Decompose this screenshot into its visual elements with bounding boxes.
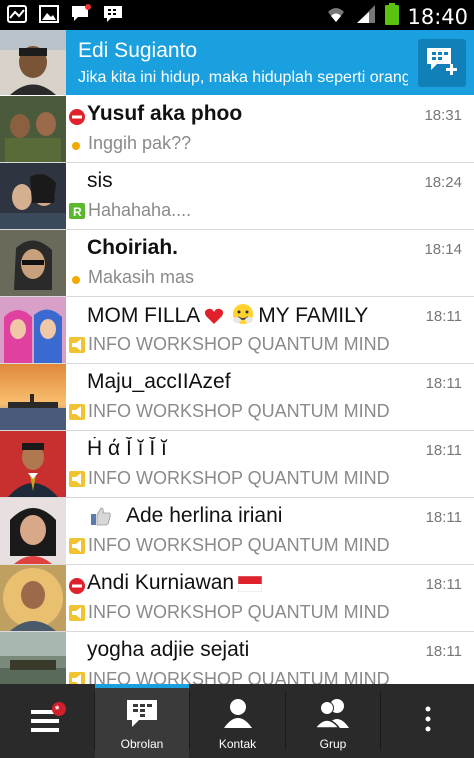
chat-message: INFO WORKSHOP QUANTUM MIND [88,535,390,555]
chat-item[interactable]: yogha adjie sejati 18:11 INFO WORKSHOP Q… [0,632,474,684]
tab-grup[interactable]: Grup [286,684,380,758]
group-icon [313,698,353,733]
tab-label: Grup [319,737,347,751]
chat-item[interactable]: MOM FILLA MY FAMILY 18:11 INFO WORKSHOP Q… [0,297,474,364]
indonesia-flag-icon [237,574,263,598]
chat-message: INFO WORKSHOP QUANTUM MIND [88,468,390,488]
profile-avatar[interactable] [0,30,66,95]
profile-header[interactable]: Edi Sugianto Jika kita ini hidup, maka h… [0,30,474,95]
chat-item[interactable]: Yusuf aka phoo 18:31 Inggih pak?? [0,96,474,163]
chat-time: 18:11 [425,576,462,593]
broadcast-icon [69,605,85,621]
chat-message: Hahahaha.... [88,200,192,220]
chat-item[interactable]: Ḣ ά Ĭ ĭ Ĭ ĭ 18:11 INFO WORKSHOP QUANTUM … [0,431,474,498]
avatar [0,364,66,430]
chat-message: Makasih mas [88,267,195,287]
battery-icon [385,3,400,30]
busy-icon [69,109,85,125]
tab-menu[interactable]: * [0,684,94,758]
chat-item[interactable]: sis 18:24 R Hahahaha.... [0,163,474,230]
chat-time: 18:31 [424,107,462,124]
chat-time: 18:11 [425,643,462,660]
chats-icon [125,698,159,733]
avatar [0,297,66,363]
hug-emoji-icon [232,303,254,331]
chat-time: 18:11 [425,375,462,392]
chat-name: sis [87,169,113,192]
chat-name: MOM FILLA MY FAMILY [87,303,417,331]
contact-icon [222,698,254,733]
wifi-icon [325,4,347,29]
chat-time: 18:14 [424,241,462,258]
chat-time: 18:11 [425,442,462,459]
chat-message: INFO WORKSHOP QUANTUM MIND [88,602,390,622]
chat-name: Andi Kurniawan [87,571,417,598]
clock: 18:40 [407,4,468,29]
avatar [0,498,66,564]
avatar [0,230,66,296]
unread-dot [72,142,80,150]
broadcast-icon [69,404,85,420]
chat-message: INFO WORKSHOP QUANTUM MIND [88,401,390,421]
avatar [0,565,66,631]
chat-time: 18:24 [424,174,462,191]
heart-icon [204,307,224,331]
chat-item[interactable]: Ade herlina iriani 18:11 INFO WORKSHOP Q… [0,498,474,565]
tab-label: Obrolan [120,737,164,751]
unread-dot [72,276,80,284]
svg-text:*: * [55,704,60,716]
thumbs-up-icon [90,506,112,528]
bottom-tab-bar: * Obrolan Kontak Grup [0,684,474,758]
bbm-notification-icon[interactable] [70,4,92,24]
menu-icon: * [27,701,67,742]
avatar [0,431,66,497]
notification-icon[interactable] [6,4,28,24]
avatar [0,96,66,162]
chat-list[interactable]: Yusuf aka phoo 18:31 Inggih pak?? sis 18… [0,96,474,684]
chat-name: Choiriah. [87,236,179,259]
signal-icon [355,4,377,29]
avatar [0,632,66,684]
read-r-icon: R [69,203,85,219]
status-bar: 18:40 [0,0,474,30]
busy-icon [69,578,85,594]
new-chat-button[interactable] [418,39,466,87]
tab-obrolan[interactable]: Obrolan [95,684,189,758]
broadcast-icon [69,538,85,554]
tab-kontak[interactable]: Kontak [190,684,285,758]
svg-text:R: R [73,205,82,219]
chat-time: 18:11 [425,308,462,325]
broadcast-icon [69,471,85,487]
tab-label: Kontak [218,737,257,751]
chat-name: Ḣ ά Ĭ ĭ Ĭ ĭ [87,437,167,460]
broadcast-icon [69,672,85,684]
chat-item[interactable]: Choiriah. 18:14 Makasih mas [0,230,474,297]
avatar [0,163,66,229]
profile-name: Edi Sugianto [78,39,198,62]
tab-more[interactable] [381,684,474,758]
system-icons: 18:40 [325,3,468,30]
more-icon [423,704,433,739]
chat-message: INFO WORKSHOP QUANTUM MIND [88,669,390,684]
notification-icons [6,4,124,24]
chat-name: Maju_accIIAzef [87,370,231,393]
chat-time: 18:11 [425,509,462,526]
chat-name: Ade herlina iriani [126,504,283,527]
broadcast-icon [69,337,85,353]
new-chat-icon [425,46,459,81]
chat-name: yogha adjie sejati [87,638,250,661]
chat-item[interactable]: Andi Kurniawan 18:11 INFO WORKSHOP QUANT… [0,565,474,632]
gallery-icon[interactable] [38,4,60,24]
chat-message: Inggih pak?? [88,133,192,153]
bbm-icon[interactable] [102,4,124,24]
chat-message: INFO WORKSHOP QUANTUM MIND [88,334,390,354]
chat-name: Yusuf aka phoo [87,102,243,125]
chat-item[interactable]: Maju_accIIAzef 18:11 INFO WORKSHOP QUANT… [0,364,474,431]
profile-status[interactable]: Jika kita ini hidup, maka hiduplah seper… [78,69,408,87]
